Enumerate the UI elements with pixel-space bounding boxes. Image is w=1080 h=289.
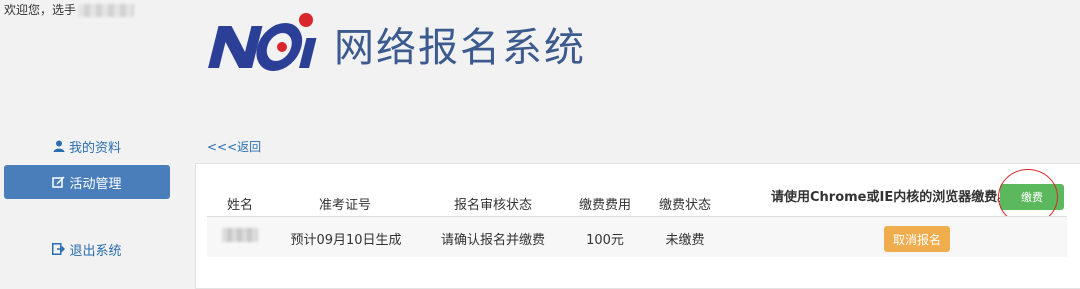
back-link[interactable]: <<<返回 — [207, 138, 261, 155]
pay-status-cell: 未缴费 — [665, 233, 705, 248]
fee-cell: 100元 — [586, 233, 624, 248]
sidebar-item-logout[interactable]: 退出系统 — [4, 232, 170, 266]
edit-icon — [52, 176, 65, 189]
welcome-text: 欢迎您，选手 — [4, 3, 77, 17]
column-header-name: 姓名 — [226, 198, 253, 213]
browser-notice: 请使用Chrome或IE内核的浏览器缴费。 — [771, 190, 1011, 205]
noi-logo — [208, 13, 317, 71]
column-header-fee: 缴费费用 — [578, 198, 631, 213]
sidebar-item-label: 退出系统 — [69, 243, 122, 259]
sidebar-item-activity-management[interactable]: 活动管理 — [4, 165, 170, 199]
cancel-registration-button[interactable]: 取消报名 — [884, 226, 950, 252]
column-header-exam-id: 准考证号 — [318, 198, 371, 213]
system-title: 网络报名系统 — [334, 25, 586, 71]
sidebar-item-my-profile[interactable]: 我的资料 — [4, 129, 170, 163]
column-header-review-status: 报名审核状态 — [453, 198, 532, 213]
sidebar-item-label: 我的资料 — [68, 140, 121, 156]
masked-name-cell — [222, 228, 258, 242]
masked-username — [78, 3, 135, 17]
page: 欢迎您，选手 网络报名系统 我的资料 活动管理 退出系统 <<<返回 请使用Ch… — [0, 0, 1080, 289]
welcome-message: 欢迎您，选手 — [4, 2, 135, 18]
logout-icon — [52, 243, 66, 255]
exam-id-cell: 预计09月10日生成 — [290, 233, 402, 248]
user-icon — [53, 140, 65, 152]
column-header-pay-status: 缴费状态 — [658, 198, 711, 213]
review-status-cell: 请确认报名并缴费 — [440, 233, 545, 248]
sidebar-item-label: 活动管理 — [69, 176, 122, 192]
